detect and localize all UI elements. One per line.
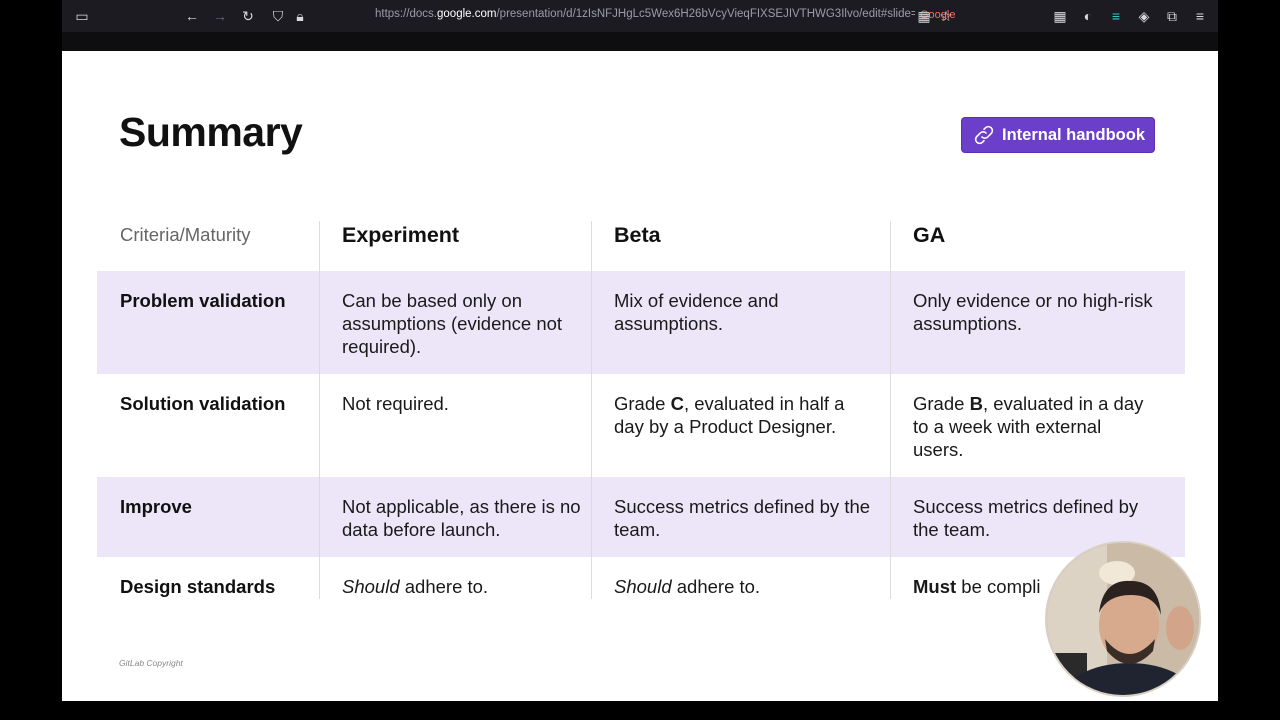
presenter-video [1047, 543, 1199, 695]
shield-icon[interactable]: ⛉ [268, 6, 288, 26]
sidebar-toggle-icon[interactable]: ▭ [72, 6, 92, 26]
cell-design-beta: Should adhere to. [614, 576, 761, 597]
toolbar-strip [62, 32, 1218, 51]
puzzle-icon[interactable]: ⧉ [1162, 6, 1182, 26]
slide-title: Summary [119, 109, 303, 155]
extension-icon[interactable]: ◐ [1078, 6, 1098, 26]
row-label-problem-validation: Problem validation [120, 290, 286, 311]
grid-icon[interactable]: ▦ [914, 6, 934, 26]
cell-improve-ga: Success metrics defined by the team. [913, 496, 1139, 540]
forward-icon[interactable]: → [210, 6, 230, 26]
column-divider [890, 221, 891, 599]
cell-problem-ga: Only evidence or no high-risk assumption… [913, 290, 1153, 334]
link-icon [974, 125, 994, 145]
row-label-design-standards: Design standards [120, 576, 276, 597]
column-header-ga: GA [913, 223, 946, 247]
menu-icon[interactable]: ≡ [1190, 6, 1210, 26]
row-label-improve: Improve [120, 496, 192, 517]
reload-icon[interactable]: ↻ [238, 6, 258, 26]
row-label-solution-validation: Solution validation [120, 393, 286, 414]
internal-handbook-button[interactable]: Internal handbook [961, 117, 1155, 153]
webcam-overlay[interactable] [1045, 541, 1201, 697]
star-icon[interactable]: ☆ [936, 6, 956, 26]
cell-improve-experiment: Not applicable, as there is no data befo… [342, 496, 581, 540]
column-header-beta: Beta [614, 223, 661, 247]
column-header-experiment: Experiment [342, 223, 460, 247]
cell-solution-ga: Grade B, evaluated in a day to a week wi… [913, 393, 1144, 460]
cell-improve-beta: Success metrics defined by the team. [614, 496, 871, 540]
lock-icon[interactable]: 🔒︎ [290, 6, 310, 26]
cell-problem-experiment: Can be based only on assumptions (eviden… [342, 290, 563, 357]
internal-handbook-label: Internal handbook [1002, 125, 1146, 144]
filter-extension-icon[interactable]: ≡ [1106, 6, 1126, 26]
back-icon[interactable]: ← [182, 6, 202, 26]
address-bar[interactable]: https://docs.google.com/presentation/d/1… [375, 8, 915, 24]
column-divider [319, 221, 320, 599]
extensions-grid-icon[interactable]: ▦ [1050, 6, 1070, 26]
cell-design-experiment: Should adhere to. [342, 576, 489, 597]
copyright-footer: GitLab Copyright [119, 658, 183, 668]
criteria-header: Criteria/Maturity [120, 224, 251, 245]
browser-toolbar: ▭ ← → ↻ ⛉ 🔒︎ https://docs.google.com/pre… [62, 0, 1218, 32]
cell-solution-beta: Grade C, evaluated in half a day by a Pr… [614, 393, 845, 437]
cell-solution-experiment: Not required. [342, 393, 449, 414]
slide: Summary Internal handbook Criteria/Matur… [62, 51, 1218, 701]
cell-problem-beta: Mix of evidence and assumptions. [614, 290, 779, 334]
layers-icon[interactable]: ◈ [1134, 6, 1154, 26]
column-divider [591, 221, 592, 599]
